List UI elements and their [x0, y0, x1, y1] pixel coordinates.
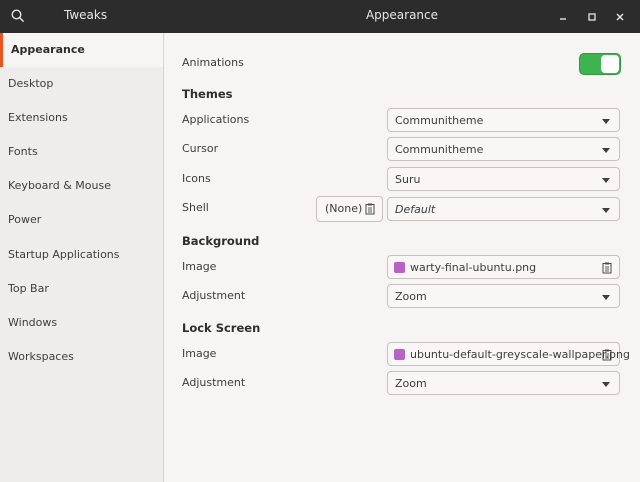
- shell-file-value: (None): [325, 202, 363, 215]
- appearance-panel: Animations Themes Applications Communith…: [164, 33, 640, 482]
- background-image-chooser[interactable]: warty-final-ubuntu.png: [387, 255, 620, 279]
- applications-theme-value: Communitheme: [395, 114, 484, 127]
- document-icon: [365, 203, 375, 215]
- header-bar: Tweaks Appearance: [0, 0, 640, 33]
- window-title: Appearance: [365, 8, 439, 22]
- sidebar: Appearance Desktop Extensions Fonts Keyb…: [0, 33, 164, 482]
- cursor-theme-dropdown[interactable]: Communitheme: [387, 137, 620, 161]
- lock-screen-adjustment-label: Adjustment: [182, 376, 246, 389]
- cursor-theme-value: Communitheme: [395, 143, 484, 156]
- document-icon: [602, 262, 612, 274]
- shell-file-chooser[interactable]: (None): [316, 196, 383, 222]
- dropdown-arrow-icon: [602, 208, 610, 213]
- background-adjustment-label: Adjustment: [182, 289, 246, 302]
- image-file-icon: [394, 262, 405, 273]
- sidebar-item-power[interactable]: Power: [0, 203, 163, 237]
- icons-theme-value: Suru: [395, 173, 421, 186]
- document-icon: [602, 349, 612, 361]
- background-image-label: Image: [182, 260, 217, 273]
- dropdown-arrow-icon: [602, 119, 610, 124]
- shell-theme-value: Default: [395, 203, 436, 216]
- search-icon[interactable]: [11, 9, 25, 23]
- sidebar-item-keyboard-mouse[interactable]: Keyboard & Mouse: [0, 169, 163, 203]
- minimize-icon[interactable]: [556, 10, 570, 24]
- sidebar-item-extensions[interactable]: Extensions: [0, 101, 163, 135]
- icons-label: Icons: [182, 172, 211, 185]
- sidebar-item-windows[interactable]: Windows: [0, 306, 163, 340]
- background-image-value: warty-final-ubuntu.png: [410, 261, 537, 274]
- sidebar-item-fonts[interactable]: Fonts: [0, 135, 163, 169]
- sidebar-item-top-bar[interactable]: Top Bar: [0, 272, 163, 306]
- applications-label: Applications: [182, 113, 250, 126]
- shell-theme-dropdown[interactable]: Default: [387, 197, 620, 221]
- dropdown-arrow-icon: [602, 382, 610, 387]
- sidebar-item-appearance[interactable]: Appearance: [0, 33, 163, 67]
- sidebar-item-startup-applications[interactable]: Startup Applications: [0, 238, 163, 272]
- animations-label: Animations: [182, 56, 244, 69]
- themes-heading: Themes: [182, 87, 233, 101]
- app-name: Tweaks: [64, 8, 108, 22]
- shell-label: Shell: [182, 201, 209, 214]
- maximize-icon[interactable]: [585, 10, 599, 24]
- lock-screen-image-value: ubuntu-default-greyscale-wallpaper.png: [410, 348, 630, 361]
- lock-screen-adjustment-value: Zoom: [395, 377, 427, 390]
- lock-screen-adjustment-dropdown[interactable]: Zoom: [387, 371, 620, 395]
- applications-theme-dropdown[interactable]: Communitheme: [387, 108, 620, 132]
- close-icon[interactable]: [613, 10, 627, 24]
- background-heading: Background: [182, 234, 260, 248]
- dropdown-arrow-icon: [602, 148, 610, 153]
- sidebar-item-workspaces[interactable]: Workspaces: [0, 340, 163, 374]
- animations-switch[interactable]: [579, 53, 621, 75]
- background-adjustment-value: Zoom: [395, 290, 427, 303]
- icons-theme-dropdown[interactable]: Suru: [387, 167, 620, 191]
- switch-knob: [601, 55, 619, 73]
- lock-screen-image-label: Image: [182, 347, 217, 360]
- background-adjustment-dropdown[interactable]: Zoom: [387, 284, 620, 308]
- lock-screen-heading: Lock Screen: [182, 321, 261, 335]
- cursor-label: Cursor: [182, 142, 219, 155]
- lock-screen-image-chooser[interactable]: ubuntu-default-greyscale-wallpaper.png: [387, 342, 630, 366]
- dropdown-arrow-icon: [602, 178, 610, 183]
- sidebar-item-desktop[interactable]: Desktop: [0, 67, 163, 101]
- dropdown-arrow-icon: [602, 295, 610, 300]
- image-file-icon: [394, 349, 405, 360]
